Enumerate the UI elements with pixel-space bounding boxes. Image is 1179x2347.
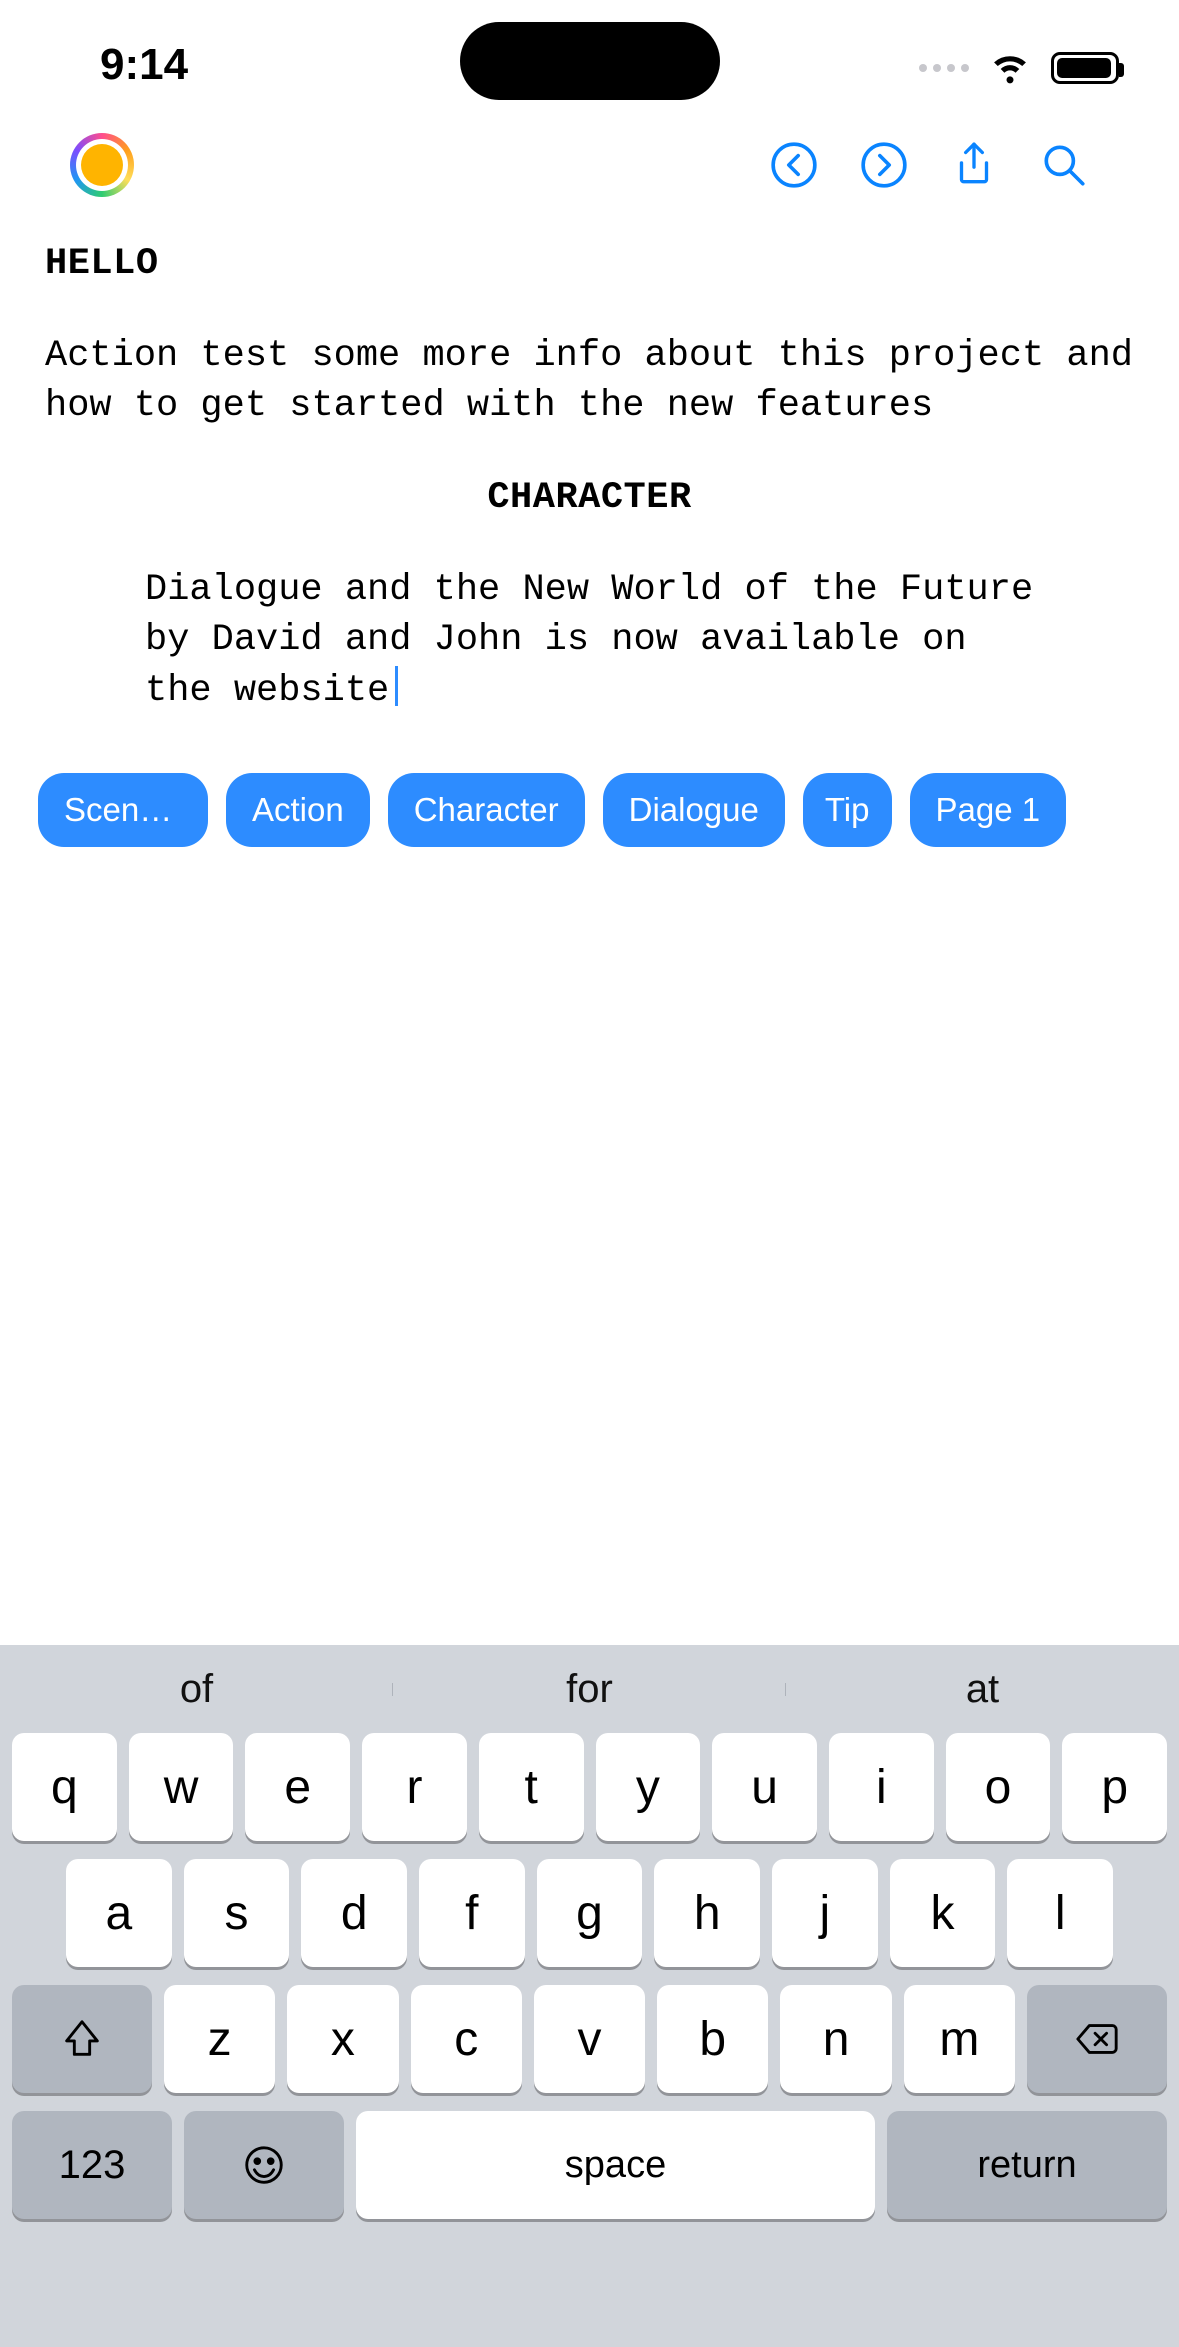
key-m[interactable]: m — [904, 1985, 1015, 2093]
chip-action[interactable]: Action — [226, 773, 370, 847]
key-w[interactable]: w — [129, 1733, 234, 1841]
format-chip-bar: Scene H... Action Character Dialogue Tip… — [0, 747, 1179, 873]
shift-arrow-icon — [59, 2016, 105, 2062]
keyboard-row-1: q w e r t y u i o p — [0, 1733, 1179, 1859]
dialogue-content: Dialogue and the New World of the Future… — [145, 569, 1033, 712]
wifi-icon — [989, 44, 1031, 91]
key-backspace[interactable] — [1027, 1985, 1167, 2093]
keyboard-row-3: z x c v b n m — [0, 1985, 1179, 2111]
key-t[interactable]: t — [479, 1733, 584, 1841]
screenplay-editor[interactable]: HELLO Action test some more info about t… — [0, 230, 1179, 747]
undo-button[interactable] — [749, 135, 839, 195]
search-button[interactable] — [1019, 135, 1109, 195]
suggestion-1[interactable]: of — [0, 1667, 393, 1712]
key-return[interactable]: return — [887, 2111, 1167, 2219]
keyboard-row-2: a s d f g h j k l — [0, 1859, 1179, 1985]
key-h[interactable]: h — [654, 1859, 760, 1967]
status-time: 9:14 — [100, 40, 188, 90]
key-l[interactable]: l — [1007, 1859, 1113, 1967]
emoji-icon — [241, 2142, 287, 2188]
action-text[interactable]: Action test some more info about this pr… — [45, 332, 1134, 432]
share-button[interactable] — [929, 135, 1019, 195]
status-bar: 9:14 — [0, 0, 1179, 110]
backspace-icon — [1074, 2016, 1120, 2062]
scene-heading[interactable]: HELLO — [45, 240, 1134, 290]
key-a[interactable]: a — [66, 1859, 172, 1967]
redo-button[interactable] — [839, 135, 929, 195]
key-u[interactable]: u — [712, 1733, 817, 1841]
key-shift[interactable] — [12, 1985, 152, 2093]
text-cursor — [395, 666, 398, 706]
key-s[interactable]: s — [184, 1859, 290, 1967]
key-i[interactable]: i — [829, 1733, 934, 1841]
chip-scene-heading[interactable]: Scene H... — [38, 773, 208, 847]
ios-keyboard: of for at q w e r t y u i o p a s d f g … — [0, 1645, 1179, 2347]
key-e[interactable]: e — [245, 1733, 350, 1841]
key-space[interactable]: space — [356, 2111, 875, 2219]
key-numbers[interactable]: 123 — [12, 2111, 172, 2219]
key-g[interactable]: g — [537, 1859, 643, 1967]
key-n[interactable]: n — [780, 1985, 891, 2093]
chip-character[interactable]: Character — [388, 773, 585, 847]
battery-icon — [1051, 52, 1119, 84]
notch — [460, 22, 720, 100]
app-toolbar — [0, 110, 1179, 230]
key-y[interactable]: y — [596, 1733, 701, 1841]
chip-page-indicator[interactable]: Page 1 — [910, 773, 1067, 847]
key-z[interactable]: z — [164, 1985, 275, 2093]
keyboard-suggestions: of for at — [0, 1645, 1179, 1733]
app-logo-button[interactable] — [70, 133, 134, 197]
suggestion-3[interactable]: at — [786, 1667, 1179, 1712]
key-x[interactable]: x — [287, 1985, 398, 2093]
key-r[interactable]: r — [362, 1733, 467, 1841]
character-name[interactable]: CHARACTER — [45, 474, 1134, 524]
key-c[interactable]: c — [411, 1985, 522, 2093]
key-k[interactable]: k — [890, 1859, 996, 1967]
key-v[interactable]: v — [534, 1985, 645, 2093]
key-q[interactable]: q — [12, 1733, 117, 1841]
key-emoji[interactable] — [184, 2111, 344, 2219]
key-d[interactable]: d — [301, 1859, 407, 1967]
chip-dialogue[interactable]: Dialogue — [603, 773, 785, 847]
keyboard-row-4: 123 space return — [0, 2111, 1179, 2237]
key-j[interactable]: j — [772, 1859, 878, 1967]
chip-tip[interactable]: Tip — [803, 773, 892, 847]
key-b[interactable]: b — [657, 1985, 768, 2093]
dialogue-text[interactable]: Dialogue and the New World of the Future… — [145, 566, 1034, 717]
signal-dots-icon — [919, 64, 969, 72]
suggestion-2[interactable]: for — [393, 1667, 786, 1712]
key-f[interactable]: f — [419, 1859, 525, 1967]
key-o[interactable]: o — [946, 1733, 1051, 1841]
status-indicators — [919, 44, 1119, 91]
key-p[interactable]: p — [1062, 1733, 1167, 1841]
